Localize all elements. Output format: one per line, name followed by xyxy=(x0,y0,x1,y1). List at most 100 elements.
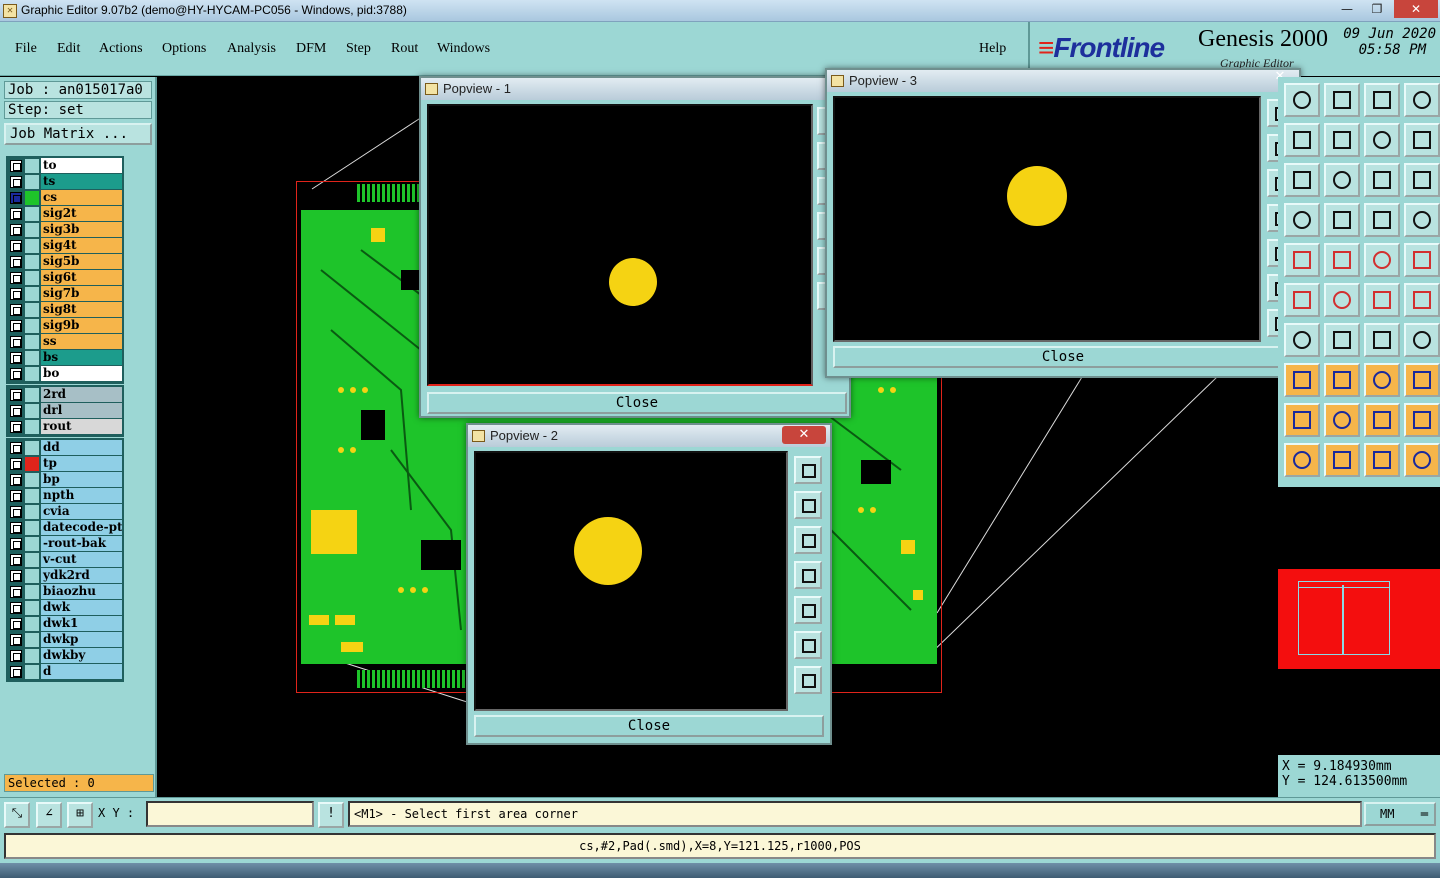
toolbar-tool-icon[interactable] xyxy=(1324,363,1360,397)
toolbar-tool-icon[interactable] xyxy=(1404,443,1440,477)
layer-name[interactable]: cs xyxy=(41,190,122,206)
layer-checkbox[interactable] xyxy=(10,352,22,364)
layer-row-ss[interactable]: ss xyxy=(8,334,122,350)
measure-icon[interactable]: ∠ xyxy=(36,802,62,828)
layer-state-mark[interactable] xyxy=(25,569,39,583)
layer-state-mark[interactable] xyxy=(25,207,39,221)
layer-name[interactable]: bp xyxy=(41,472,122,488)
zoom-area-icon[interactable]: ⤡ xyxy=(4,802,30,828)
layer-row-2rd[interactable]: 2rd xyxy=(8,387,122,403)
layer-checkbox[interactable] xyxy=(10,160,22,172)
toolbar-tool-icon[interactable] xyxy=(1404,163,1440,197)
toolbar-tool-icon[interactable] xyxy=(1284,443,1320,477)
layer-row-bp[interactable]: bp xyxy=(8,472,122,488)
layer-row-cvia[interactable]: cvia xyxy=(8,504,122,520)
alert-icon[interactable]: ! xyxy=(318,802,344,828)
toolbar-tool-icon[interactable] xyxy=(1364,163,1400,197)
layer-row-ydk2rd[interactable]: ydk2rd xyxy=(8,568,122,584)
toolbar-tool-icon[interactable] xyxy=(1324,123,1360,157)
layer-state-mark[interactable] xyxy=(25,441,39,455)
layer-row-dd[interactable]: dd xyxy=(8,440,122,456)
layer-state-mark[interactable] xyxy=(25,367,39,381)
layer-state-mark[interactable] xyxy=(25,335,39,349)
layer-name[interactable]: dwk xyxy=(41,600,122,616)
layer-row-sig6t[interactable]: sig6t xyxy=(8,270,122,286)
layer-checkbox[interactable] xyxy=(10,522,22,534)
layer-state-mark[interactable] xyxy=(25,521,39,535)
popview-2-titlebar[interactable]: Popview - 2 xyxy=(468,425,830,447)
layer-checkbox[interactable] xyxy=(10,618,22,630)
layer-state-mark[interactable] xyxy=(25,585,39,599)
toolbar-tool-icon[interactable] xyxy=(1284,83,1320,117)
popview-3-close-button[interactable]: Close xyxy=(833,346,1293,368)
layer-row-d[interactable]: d xyxy=(8,664,122,680)
toolbar-tool-icon[interactable] xyxy=(1364,123,1400,157)
layer-state-mark[interactable] xyxy=(25,649,39,663)
toolbar-tool-icon[interactable] xyxy=(1324,283,1360,317)
layer-row-sig9b[interactable]: sig9b xyxy=(8,318,122,334)
layer-row-datecode-ptc[interactable]: datecode-ptc xyxy=(8,520,122,536)
menu-rout[interactable]: Rout xyxy=(391,41,418,57)
popview-2-tool-icon[interactable] xyxy=(794,561,822,589)
toolbar-tool-icon[interactable] xyxy=(1324,323,1360,357)
toolbar-tool-icon[interactable] xyxy=(1284,163,1320,197)
layer-name[interactable]: sig6t xyxy=(41,270,122,286)
layer-name[interactable]: bo xyxy=(41,366,122,382)
layer-name[interactable]: sig8t xyxy=(41,302,122,318)
toolbar-tool-icon[interactable] xyxy=(1364,203,1400,237)
layer-checkbox[interactable] xyxy=(10,256,22,268)
layer-checkbox[interactable] xyxy=(10,320,22,332)
layer-checkbox[interactable] xyxy=(10,458,22,470)
layer-name[interactable]: 2rd xyxy=(41,387,122,403)
layer-state-mark[interactable] xyxy=(25,388,39,402)
window-close-button[interactable]: ✕ xyxy=(1394,0,1438,18)
layer-row-sig4t[interactable]: sig4t xyxy=(8,238,122,254)
layer-name[interactable]: bs xyxy=(41,350,122,366)
menu-help[interactable]: Help xyxy=(979,41,1006,57)
layer-state-mark[interactable] xyxy=(25,665,39,679)
layer-row-v-cut[interactable]: v-cut xyxy=(8,552,122,568)
layer-checkbox[interactable] xyxy=(10,368,22,380)
toolbar-tool-icon[interactable] xyxy=(1284,243,1320,277)
popview-1-close-button[interactable]: Close xyxy=(427,392,847,414)
layer-name[interactable]: v-cut xyxy=(41,552,122,568)
layer-state-mark[interactable] xyxy=(25,489,39,503)
menu-options[interactable]: Options xyxy=(162,41,206,57)
layer-checkbox[interactable] xyxy=(10,272,22,284)
layer-name[interactable]: tp xyxy=(41,456,122,472)
layer-name[interactable]: dwkp xyxy=(41,632,122,648)
layer-state-mark[interactable] xyxy=(25,633,39,647)
layer-checkbox[interactable] xyxy=(10,176,22,188)
menu-windows[interactable]: Windows xyxy=(437,41,490,57)
toolbar-tool-icon[interactable] xyxy=(1404,123,1440,157)
layer-checkbox[interactable] xyxy=(10,538,22,550)
layer-name[interactable]: ydk2rd xyxy=(41,568,122,584)
layer-name[interactable]: npth xyxy=(41,488,122,504)
overview-map[interactable] xyxy=(1278,487,1440,755)
layer-state-mark[interactable] xyxy=(25,420,39,434)
toolbar-tool-icon[interactable] xyxy=(1324,203,1360,237)
layer-row-bo[interactable]: bo xyxy=(8,366,122,382)
layer-checkbox[interactable] xyxy=(10,405,22,417)
layer-state-mark[interactable] xyxy=(25,175,39,189)
layer-checkbox[interactable] xyxy=(10,570,22,582)
layer-name[interactable]: sig2t xyxy=(41,206,122,222)
popview-2-tool-icon[interactable] xyxy=(794,526,822,554)
toolbar-tool-icon[interactable] xyxy=(1364,323,1400,357)
layer-checkbox[interactable] xyxy=(10,304,22,316)
toolbar-tool-icon[interactable] xyxy=(1284,123,1320,157)
layer-state-mark[interactable] xyxy=(25,617,39,631)
layer-state-mark[interactable] xyxy=(25,404,39,418)
grid-icon[interactable]: ⊞ xyxy=(67,802,93,828)
popview-2-close-button[interactable]: Close xyxy=(474,715,824,737)
toolbar-tool-icon[interactable] xyxy=(1324,83,1360,117)
popview-3-screen[interactable] xyxy=(833,96,1261,342)
toolbar-tool-icon[interactable] xyxy=(1404,283,1440,317)
layer-checkbox[interactable] xyxy=(10,602,22,614)
layer-name[interactable]: dwk1 xyxy=(41,616,122,632)
layer-row-biaozhu[interactable]: biaozhu xyxy=(8,584,122,600)
toolbar-tool-icon[interactable] xyxy=(1404,363,1440,397)
layer-name[interactable]: drl xyxy=(41,403,122,419)
layer-name[interactable]: sig4t xyxy=(41,238,122,254)
layer-name[interactable]: d xyxy=(41,664,122,680)
